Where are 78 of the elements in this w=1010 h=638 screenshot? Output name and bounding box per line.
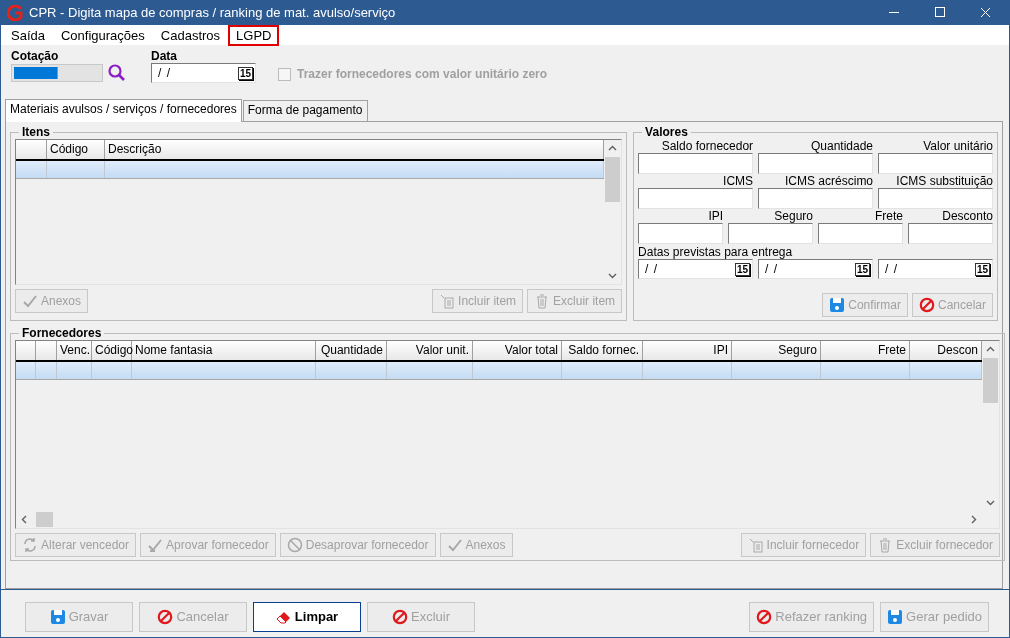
save-icon	[49, 608, 66, 625]
approve-icon	[147, 537, 164, 553]
search-icon[interactable]	[107, 63, 127, 83]
menu-item[interactable]: LGPD	[228, 24, 280, 46]
field-label: ICMS	[722, 174, 754, 188]
tab[interactable]: Forma de pagamento	[242, 100, 368, 121]
cancel-icon	[918, 297, 935, 313]
group-title: Valores	[644, 125, 689, 139]
check-icon	[22, 293, 38, 309]
input-field[interactable]	[758, 188, 874, 209]
input-field[interactable]	[878, 153, 993, 174]
save-icon	[887, 608, 904, 625]
column-header: Nome fantasia	[132, 341, 316, 360]
scroll-thumb[interactable]	[605, 157, 621, 202]
column-header: Quantidade	[316, 341, 387, 360]
date-value: / /	[885, 262, 898, 276]
menu-item[interactable]: Saída	[3, 24, 53, 46]
input-field[interactable]	[638, 153, 754, 174]
group-title: Itens	[21, 125, 51, 139]
date-field[interactable]: / / 15	[151, 63, 256, 83]
input-field[interactable]	[638, 188, 754, 209]
field-label: Datas previstas para entrega	[638, 245, 794, 259]
column-header: Saldo fornec.	[562, 341, 643, 360]
input-field[interactable]	[758, 153, 874, 174]
input-field[interactable]	[908, 223, 993, 244]
column-header: Venc.	[57, 341, 92, 360]
input-field[interactable]	[818, 223, 903, 244]
date-value: / /	[645, 262, 658, 276]
field-label: Data	[151, 49, 178, 63]
column-header: IPI	[643, 341, 732, 360]
calendar-button[interactable]: 15	[854, 262, 871, 276]
cancel-icon	[756, 608, 773, 625]
calendar-button[interactable]: 15	[974, 262, 990, 276]
menu-item[interactable]: Cadastros	[152, 24, 229, 46]
field-label: Quantidade	[810, 139, 874, 153]
field-label: Frete	[874, 209, 903, 223]
menu-item[interactable]: Configurações	[53, 24, 153, 46]
column-header: Valor unit.	[387, 341, 473, 360]
date-field[interactable]: / / 15	[878, 259, 993, 279]
cancel-icon	[157, 608, 174, 625]
field-label: ICMS substituição	[895, 174, 993, 188]
app-logo-icon	[7, 4, 23, 21]
forbidden-icon	[286, 537, 303, 553]
column-header: Frete	[821, 341, 910, 360]
calendar-button[interactable]: 15	[237, 66, 253, 80]
field-label: Saldo fornecedor	[660, 139, 754, 153]
input-field[interactable]	[878, 188, 993, 209]
refresh-icon	[22, 537, 38, 553]
field-label: ICMS acréscimo	[784, 174, 874, 188]
scroll-thumb[interactable]	[983, 358, 998, 403]
save-icon	[829, 297, 846, 313]
check-icon	[446, 537, 463, 553]
column-header: Valor total	[473, 341, 562, 360]
cancel-icon	[392, 608, 408, 625]
quote-field[interactable]	[11, 64, 103, 82]
add-document-icon	[439, 293, 456, 309]
field-label: Desconto	[941, 209, 993, 223]
date-value: / /	[765, 262, 778, 276]
calendar-button[interactable]: 15	[734, 262, 751, 276]
input-field[interactable]	[638, 223, 724, 244]
window-title: CPR - Digita mapa de compras / ranking de mat. avulso/serviço	[29, 5, 397, 20]
date-value: / /	[158, 66, 170, 80]
field-label: Valor unitário	[922, 139, 993, 153]
column-header: Código	[47, 140, 105, 159]
scroll-thumb[interactable]	[36, 512, 53, 527]
group-title: Fornecedores	[21, 326, 103, 340]
date-field[interactable]: / / 15	[638, 259, 754, 279]
field-label: Seguro	[773, 209, 814, 223]
field-label: IPI	[707, 209, 724, 223]
date-field[interactable]: / / 15	[758, 259, 874, 279]
column-header: Seguro	[732, 341, 821, 360]
action-button[interactable]: Limpar	[253, 601, 361, 632]
tab[interactable]: Materiais avulsos / serviços / fornecedores	[5, 99, 242, 122]
add-document-icon	[747, 537, 764, 553]
input-field[interactable]	[728, 223, 814, 244]
checkbox-label: Trazer fornecedores com valor unitário zero	[297, 67, 548, 81]
column-header: Código	[92, 341, 132, 360]
field-label: Cotação	[11, 49, 60, 63]
